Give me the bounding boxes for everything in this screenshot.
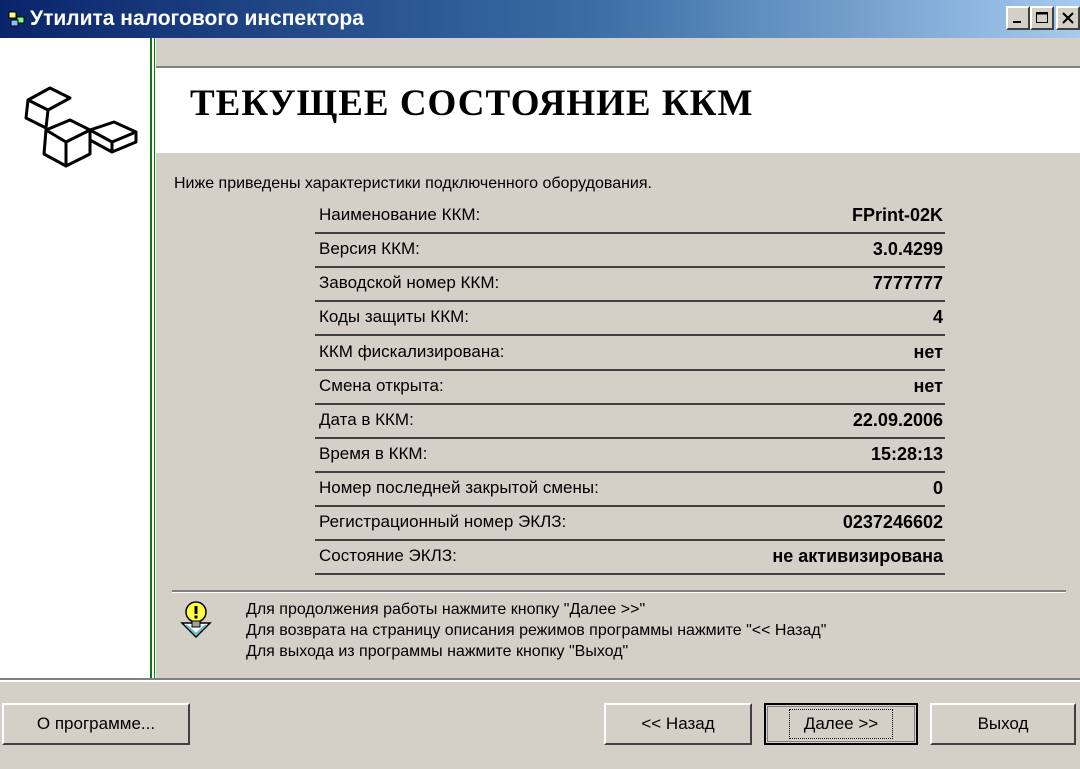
property-row: Регистрационный номер ЭКЛЗ: 0237246602 (315, 506, 945, 541)
property-row: Номер последней закрытой смены: 0 (315, 472, 945, 507)
hint-text: Для продолжения работы нажмите кнопку "Д… (246, 601, 646, 618)
window-title: Утилита налогового инспектора (30, 7, 364, 30)
back-button[interactable]: << Назад (604, 703, 752, 745)
next-button-label: Далее >> (788, 709, 894, 739)
property-row: Состояние ЭКЛЗ: не активизирована (315, 540, 945, 575)
property-value: 7777777 (872, 273, 943, 293)
side-panel (0, 38, 150, 680)
close-icon (1062, 12, 1074, 24)
maximize-button[interactable] (1030, 6, 1054, 30)
property-label: Регистрационный номер ЭКЛЗ: (319, 512, 567, 531)
property-label: Номер последней закрытой смены: (319, 478, 599, 497)
close-button[interactable] (1056, 6, 1080, 30)
app-icon (8, 11, 25, 27)
exit-button-label: Выход (977, 714, 1029, 733)
property-label: ККМ фискализирована: (319, 342, 505, 361)
property-value: FPrint-02K (851, 205, 943, 225)
lightbulb-hint-icon (180, 601, 212, 639)
intro-text: Ниже приведены характеристики подключенн… (174, 175, 652, 192)
page-title: ТЕКУЩЕЕ СОСТОЯНИЕ ККМ (190, 83, 754, 124)
minimize-icon (1013, 21, 1021, 23)
property-label: Заводской номер ККМ: (319, 273, 500, 292)
divider (154, 38, 155, 680)
property-value: нет (913, 376, 943, 396)
property-value: не активизирована (772, 546, 943, 566)
about-button-label: О программе... (36, 714, 156, 733)
property-row: Смена открыта: нет (315, 370, 945, 405)
divider (150, 38, 152, 680)
hint-text: Для возврата на страницу описания режимо… (246, 622, 827, 639)
property-row: Дата в ККМ: 22.09.2006 (315, 404, 945, 439)
divider (172, 590, 1066, 593)
property-label: Смена открыта: (319, 376, 444, 395)
about-button[interactable]: О программе... (2, 703, 190, 745)
property-value: 15:28:13 (870, 444, 943, 464)
property-label: Состояние ЭКЛЗ: (319, 546, 457, 565)
cubes-logo-icon (24, 86, 138, 168)
property-row: Коды защиты ККМ: 4 (315, 301, 945, 336)
property-value: 22.09.2006 (852, 410, 943, 430)
property-row: Версия ККМ: 3.0.4299 (315, 233, 945, 268)
property-value: нет (913, 342, 943, 362)
maximize-icon (1036, 12, 1048, 23)
property-value: 4 (932, 307, 943, 327)
property-row: Наименование ККМ: FPrint-02K (315, 199, 945, 234)
property-value: 3.0.4299 (872, 239, 943, 259)
property-label: Наименование ККМ: (319, 205, 481, 224)
property-row: Заводской номер ККМ: 7777777 (315, 267, 945, 302)
hint-text: Для выхода из программы нажмите кнопку "… (246, 643, 629, 660)
property-value: 0237246602 (842, 512, 943, 532)
back-button-label: << Назад (641, 714, 715, 733)
property-label: Дата в ККМ: (319, 410, 414, 429)
property-label: Время в ККМ: (319, 444, 428, 463)
property-row: ККМ фискализирована: нет (315, 336, 945, 371)
property-row: Время в ККМ: 15:28:13 (315, 438, 945, 473)
minimize-button[interactable] (1006, 6, 1030, 30)
property-label: Версия ККМ: (319, 239, 420, 258)
property-value: 0 (932, 478, 943, 498)
property-label: Коды защиты ККМ: (319, 307, 469, 326)
exit-button[interactable]: Выход (930, 703, 1076, 745)
next-button[interactable]: Далее >> (764, 703, 918, 745)
title-bar[interactable]: Утилита налогового инспектора (0, 0, 1080, 38)
